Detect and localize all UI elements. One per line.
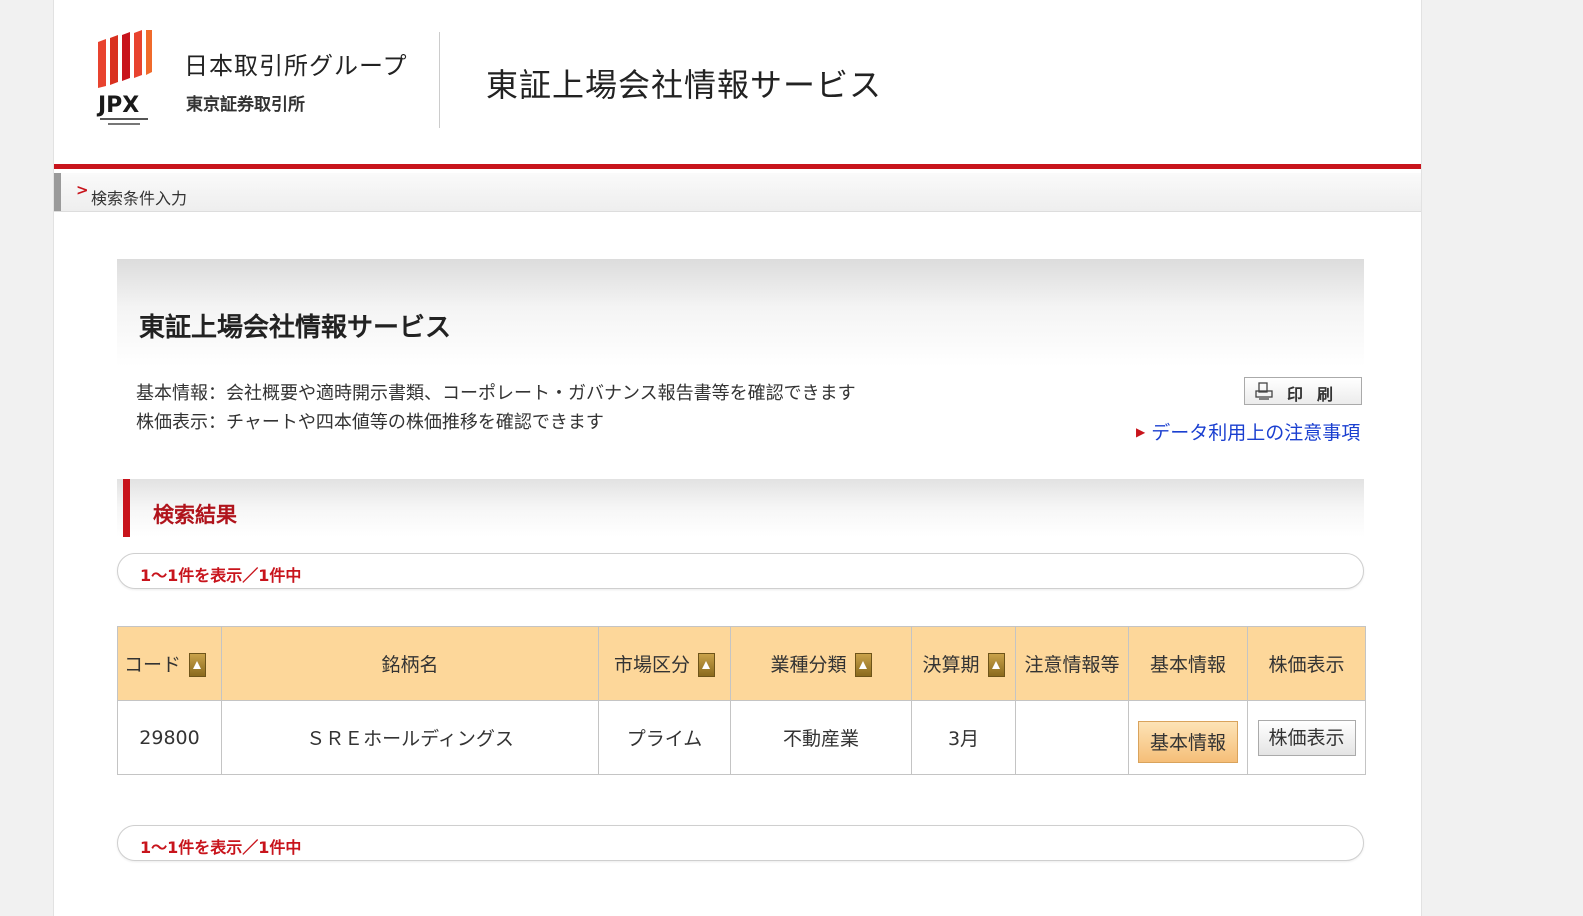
logo-text: JPX bbox=[96, 93, 139, 118]
data-usage-notice-link[interactable]: ▶ データ利用上の注意事項 bbox=[1136, 418, 1360, 445]
column-header-stock-price: 株価表示 bbox=[1247, 626, 1366, 701]
result-count-text: 1～1件を表示／1件中 bbox=[140, 566, 302, 585]
result-count-top: 1～1件を表示／1件中 bbox=[117, 553, 1364, 589]
sort-up-icon[interactable] bbox=[854, 653, 872, 678]
service-title: 東証上場会社情報サービス bbox=[486, 66, 883, 104]
column-header-industry: 業種分類 bbox=[730, 626, 912, 701]
jpx-logo-icon[interactable]: JPX bbox=[96, 30, 154, 130]
column-header-code: コード bbox=[117, 626, 222, 701]
chevron-right-icon: > bbox=[76, 181, 89, 199]
header-red-bar bbox=[54, 164, 1421, 169]
cell-code: 29800 bbox=[117, 700, 222, 775]
breadcrumb-edge bbox=[54, 173, 61, 211]
cell-market: プライム bbox=[598, 700, 731, 775]
breadcrumb-item-search-conditions[interactable]: 検索条件入力 bbox=[91, 185, 187, 209]
exchange-name: 東京証券取引所 bbox=[186, 95, 305, 115]
breadcrumb: > 検索条件入力 bbox=[54, 173, 1421, 212]
notice-link-label[interactable]: データ利用上の注意事項 bbox=[1151, 422, 1360, 444]
sort-up-icon[interactable] bbox=[189, 653, 207, 678]
title-panel: 東証上場会社情報サービス bbox=[117, 259, 1364, 367]
results-heading-bar bbox=[123, 479, 130, 537]
header-divider bbox=[439, 32, 440, 128]
cell-stock-price: 株価表示 bbox=[1247, 700, 1366, 775]
column-header-market: 市場区分 bbox=[598, 626, 731, 701]
description-basic-info: 基本情報：会社概要や適時開示書類、コーポレート・ガバナンス報告書等を確認できます bbox=[136, 383, 856, 404]
print-button[interactable]: 印刷 bbox=[1244, 377, 1362, 405]
printer-icon bbox=[1255, 382, 1273, 400]
result-count-text: 1～1件を表示／1件中 bbox=[140, 838, 302, 857]
print-label: 印刷 bbox=[1287, 385, 1348, 404]
triangle-right-icon: ▶ bbox=[1136, 425, 1146, 439]
table-row: 29800 ＳＲＥホールディングス プライム 不動産業 3月 基本情報 株価表示 bbox=[117, 700, 1366, 775]
results-heading-label: 検索結果 bbox=[153, 503, 237, 527]
column-header-fiscal: 決算期 bbox=[911, 626, 1016, 701]
sort-up-icon[interactable] bbox=[698, 653, 715, 678]
column-header-name: 銘柄名 bbox=[221, 626, 599, 701]
stock-price-button[interactable]: 株価表示 bbox=[1257, 719, 1356, 756]
cell-fiscal: 3月 bbox=[911, 700, 1016, 775]
result-count-bottom: 1～1件を表示／1件中 bbox=[117, 825, 1364, 861]
column-header-notice: 注意情報等 bbox=[1015, 626, 1129, 701]
description-stock-price: 株価表示：チャートや四本値等の株価推移を確認できます bbox=[136, 412, 604, 433]
results-heading: 検索結果 bbox=[117, 479, 1364, 537]
table-header-row: コード 銘柄名 市場区分 業種分類 決算期 注意情報等 基本情報 株価表示 bbox=[117, 626, 1366, 701]
cell-basic-info: 基本情報 bbox=[1128, 700, 1248, 775]
column-header-basic-info: 基本情報 bbox=[1128, 626, 1248, 701]
results-table: コード 銘柄名 市場区分 業種分類 決算期 注意情報等 基本情報 株価表示 29… bbox=[117, 626, 1366, 775]
cell-notice bbox=[1015, 700, 1129, 775]
basic-info-button[interactable]: 基本情報 bbox=[1138, 720, 1238, 763]
cell-industry: 不動産業 bbox=[730, 700, 912, 775]
panel-title: 東証上場会社情報サービス bbox=[139, 313, 452, 343]
group-name: 日本取引所グループ bbox=[184, 52, 408, 80]
cell-name: ＳＲＥホールディングス bbox=[221, 700, 599, 775]
site-header: JPX 日本取引所グループ 東京証券取引所 東証上場会社情報サービス bbox=[54, 0, 1421, 164]
sort-up-icon[interactable] bbox=[987, 653, 1005, 678]
page: JPX 日本取引所グループ 東京証券取引所 東証上場会社情報サービス > 検索条… bbox=[53, 0, 1422, 916]
